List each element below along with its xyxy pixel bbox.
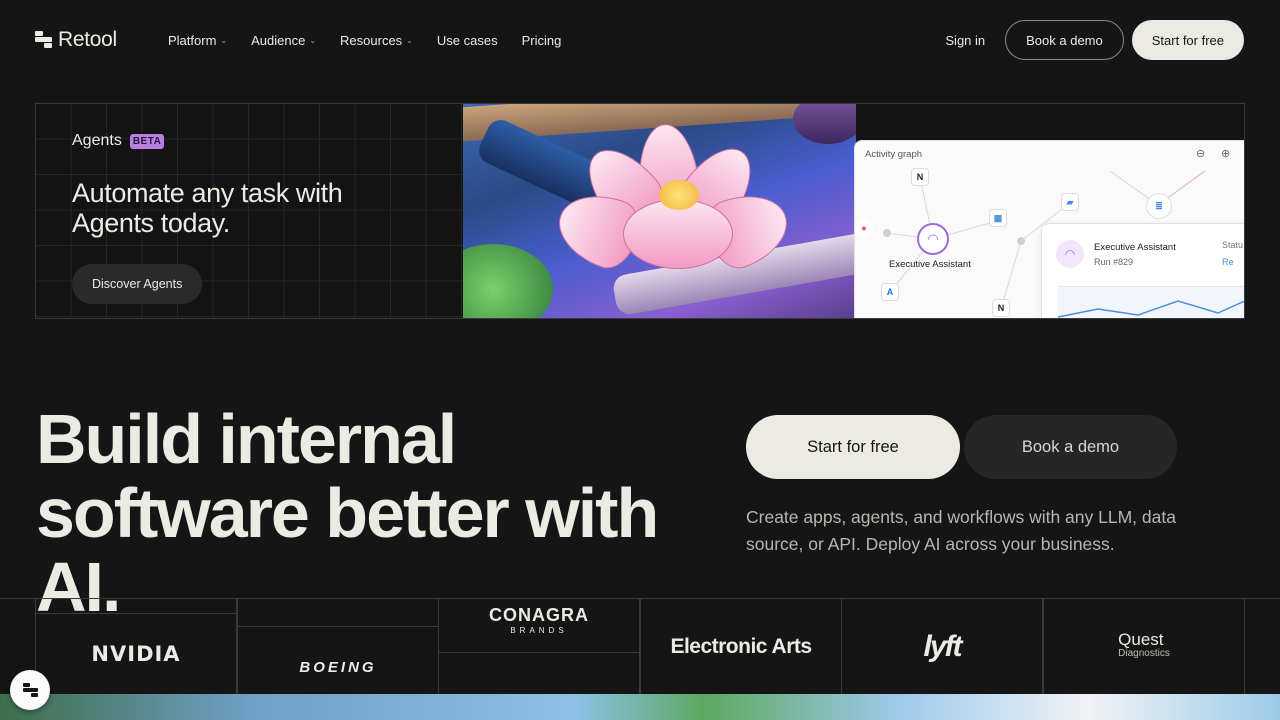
menu-audience[interactable]: Audience ⌄ [251, 33, 316, 48]
notion-node-icon: N [992, 299, 1010, 317]
menu-resources[interactable]: Resources ⌄ [340, 33, 413, 48]
nav-actions: Sign in Book a demo Start for free [945, 20, 1244, 60]
logo-cell-partial [35, 599, 237, 614]
notion-node-icon: N [911, 168, 929, 186]
lyft-logo: lyft [923, 629, 963, 663]
azure-node-icon: A [881, 283, 899, 301]
scenery-illustration-strip [0, 694, 1280, 720]
headset-icon: ◠ [917, 223, 949, 255]
executive-assistant-node-label: Executive Assistant [889, 259, 971, 270]
document-node-icon: ≣ [1146, 193, 1172, 219]
chevron-down-icon: ⌄ [406, 36, 413, 45]
conagra-name: CONAGRA [489, 604, 589, 625]
run-status-value: Re [1222, 257, 1234, 267]
logo-cell-partial-bottom [438, 653, 640, 694]
nvidia-logo: NVIDIA [91, 641, 181, 666]
banner-title: Automate any task with Agents today. [72, 178, 343, 238]
menu-use-cases[interactable]: Use cases [437, 33, 498, 48]
hero-book-demo-button[interactable]: Book a demo [964, 415, 1177, 479]
logo-cell-ea: Electronic Arts [640, 599, 842, 694]
run-activity-chart [1057, 286, 1244, 318]
logo-cell-lyft: lyft [841, 599, 1043, 694]
logo-cell-quest: Quest Diagnostics [1043, 599, 1245, 694]
electronic-arts-logo: Electronic Arts [670, 634, 812, 658]
beta-badge: BETA [129, 133, 165, 149]
menu-platform-label: Platform [168, 33, 217, 48]
retool-logo-icon [35, 31, 52, 49]
hero-title: Build internal software better with AI. [36, 400, 659, 626]
retool-chat-button[interactable] [10, 670, 50, 710]
headset-icon: ◠ [1056, 240, 1084, 268]
agents-banner[interactable]: Agents BETA Automate any task with Agent… [35, 103, 1245, 319]
brand-name: Retool [58, 28, 117, 51]
logo-cell-boeing: BOEING [237, 627, 439, 694]
book-demo-button[interactable]: Book a demo [1005, 20, 1124, 60]
banner-grid-panel: Agents BETA Automate any task with Agent… [36, 104, 463, 318]
top-nav: Retool Platform ⌄ Audience ⌄ Resources ⌄… [0, 0, 1280, 80]
agents-label: Agents [72, 132, 122, 149]
menu-pricing[interactable]: Pricing [522, 33, 562, 48]
lotus-illustration [463, 104, 856, 318]
logo-cell-nvidia: NVIDIA [35, 613, 237, 694]
activity-graph-panel: Activity graph ⊖ ⊕ N ● ▦ ▰ ≣ A N ◠ Execu… [854, 140, 1244, 318]
hero-description: Create apps, agents, and workflows with … [746, 507, 1176, 554]
run-card-title: Executive Assistant [1094, 242, 1176, 253]
menu-platform[interactable]: Platform ⌄ [168, 33, 227, 48]
chat-node-icon: ▰ [1061, 193, 1079, 211]
quest-sub: Diagnostics [1118, 647, 1170, 659]
asana-node-icon: ● [855, 219, 873, 237]
start-free-button[interactable]: Start for free [1131, 20, 1244, 60]
quest-name: Quest [1118, 629, 1164, 649]
logo-cell-partial-top [237, 599, 439, 627]
menu-audience-label: Audience [251, 33, 306, 48]
menu-resources-label: Resources [340, 33, 403, 48]
logo-cell-conagra: CONAGRA BRANDS [438, 599, 640, 653]
menu-use-cases-label: Use cases [436, 33, 498, 48]
run-detail-card[interactable]: ◠ Executive Assistant Run #829 Statu Re [1041, 223, 1244, 318]
menu-pricing-label: Pricing [521, 33, 562, 48]
discover-agents-button[interactable]: Discover Agents [72, 264, 203, 304]
sign-in-link[interactable]: Sign in [945, 33, 985, 48]
chevron-down-icon: ⌄ [309, 36, 317, 45]
hero-start-free-button[interactable]: Start for free [746, 415, 960, 479]
main-menu: Platform ⌄ Audience ⌄ Resources ⌄ Use ca… [168, 33, 561, 48]
run-status-label: Statu [1222, 240, 1244, 250]
customer-logos: NVIDIA BOEING CONAGRA BRANDS Electronic … [0, 598, 1280, 694]
retool-logo-icon [22, 682, 38, 698]
run-card-id: Run #829 [1094, 257, 1134, 267]
conagra-sub: BRANDS [510, 625, 568, 635]
chevron-down-icon: ⌄ [220, 36, 228, 45]
quest-logo: Quest Diagnostics [1118, 629, 1170, 661]
conagra-logo: CONAGRA BRANDS [489, 604, 589, 639]
boeing-logo: BOEING [299, 659, 377, 676]
agents-label-row: Agents BETA [72, 132, 165, 150]
run-chart-line [1057, 300, 1244, 318]
brand-logo[interactable]: Retool [35, 28, 117, 52]
calendar-node-icon: ▦ [989, 209, 1007, 227]
